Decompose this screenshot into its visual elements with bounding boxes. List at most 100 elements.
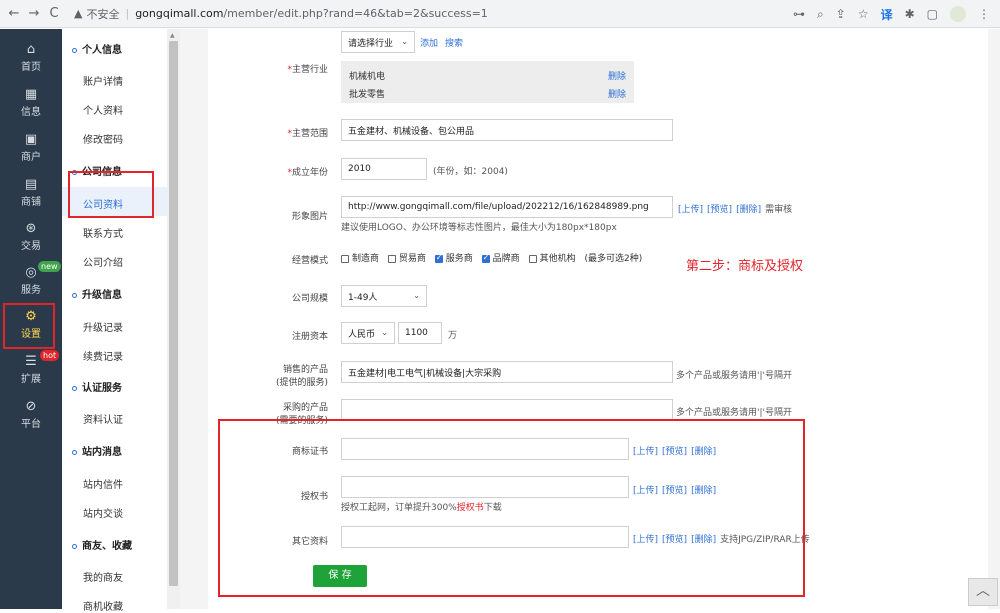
translate-icon[interactable]: 译 [881,6,893,23]
left-rail: ⌂ 首页 ▦ 信息 ▣ 商户 ▤ 商铺 ⊛ 交易 new ◎ 服务 ⚙ 设置 h… [0,29,62,609]
step-annotation: 第二步：商标及授权 [686,259,804,274]
submenu-item-account[interactable]: 账户详情 [83,73,123,88]
company-profile-highlight-box [68,171,154,218]
browser-toolbar: ← → C ▲ 不安全 | gongqimall.com /member/edi… [0,0,1000,28]
delete-industry-link[interactable]: 删除 [608,69,626,82]
submenu-item-contact[interactable]: 联系方式 [83,225,123,240]
sell-label: 销售的产品 (提供的服务) [275,365,328,388]
mode-option[interactable]: 品牌商 [481,253,520,264]
save-button[interactable]: 保 存 [313,565,367,587]
image-actions: [上传] [预览] [删除] 需审核 [678,202,792,215]
new-badge: new [38,261,61,272]
submenu-item-mail[interactable]: 站内信件 [83,476,123,491]
rail-label: 扩展 [21,374,41,385]
trade-icon: ⊛ [25,221,37,236]
rail-shop[interactable]: ▤ 商铺 [0,177,62,209]
industry-list: 机械机电 删除 批发零售 删除 [341,61,634,103]
checkbox-checked-icon[interactable] [481,253,490,263]
menu-icon[interactable]: ⋮ [978,7,990,21]
capital-unit: 万 [448,331,458,341]
mode-option[interactable]: 服务商 [434,253,473,264]
add-industry-link[interactable]: 添加 [420,36,438,49]
submenu-item-upgrade-log[interactable]: 升级记录 [83,319,123,334]
mode-hint: (最多可选2种) [584,254,643,264]
group-friends[interactable]: 商友、收藏 [72,537,132,552]
scroll-up-icon[interactable]: ▲ [170,32,175,39]
chevron-down-icon: ⌄ [413,291,420,300]
submenu-item-friends[interactable]: 我的商友 [83,569,123,584]
submenu-scrollbar[interactable]: ▲ [167,29,180,609]
group-verify[interactable]: 认证服务 [72,379,122,394]
industry-select[interactable]: 请选择行业 ⌄ [341,31,415,53]
industry-item: 机械机电 [349,72,386,82]
rail-label: 商铺 [21,197,41,208]
scope-label: *主营范围 [287,129,328,139]
image-hint: 建议使用LOGO、办公环境等标志性图片，最佳大小为180px*180px [341,223,617,233]
delete-link[interactable]: [删除] [736,205,761,215]
reload-icon[interactable]: C [44,6,64,21]
submenu-item-favorites[interactable]: 商机收藏 [83,598,123,613]
rail-trade[interactable]: ⊛ 交易 [0,221,62,253]
search-industry-link[interactable]: 搜索 [445,36,463,49]
rail-info[interactable]: ▦ 信息 [0,88,62,119]
checkbox-icon[interactable] [341,254,349,263]
main-industry-label: *主营行业 [287,65,328,75]
image-label: 形象图片 [291,212,328,222]
submenu-item-verify[interactable]: 资料认证 [83,411,123,426]
avatar-icon[interactable] [950,6,966,22]
address-separator: | [125,7,130,20]
submenu-item-renew-log[interactable]: 续费记录 [83,348,123,363]
sell-products-input[interactable]: 五金建材|电工电气|机械设备|大宗采购 [341,361,673,383]
back-icon[interactable]: ← [4,6,24,21]
rail-service[interactable]: new ◎ 服务 [0,261,62,296]
image-url-input[interactable]: http://www.gongqimall.com/file/upload/20… [341,196,673,218]
checkbox-icon[interactable] [387,254,396,263]
rail-extend[interactable]: hot ☰ 扩展 [0,350,62,385]
group-personal[interactable]: 个人信息 [72,41,122,56]
company-size-select[interactable]: 1-49人 ⌄ [341,285,427,307]
currency-select[interactable]: 人民币 ⌄ [341,322,395,344]
rail-home[interactable]: ⌂ 首页 [0,43,62,74]
scope-input[interactable]: 五金建材、机械设备、包公用品 [341,119,673,141]
mode-option[interactable]: 贸易商 [387,254,426,264]
rail-label: 首页 [21,62,41,73]
key-icon[interactable]: ⊶ [793,7,805,21]
submenu-item-chat[interactable]: 站内交谈 [83,505,123,520]
scroll-thumb[interactable] [169,41,178,586]
capital-input[interactable]: 1100 [398,322,442,344]
submenu-item-password[interactable]: 修改密码 [83,131,123,146]
year-input[interactable]: 2010 [341,158,427,180]
submenu-item-profile[interactable]: 个人资料 [83,102,123,117]
mode-label: 经营模式 [291,256,328,266]
group-upgrade[interactable]: 升级信息 [72,286,122,301]
delete-industry-link[interactable]: 删除 [608,87,626,100]
share-icon[interactable]: ⇪ [836,7,846,21]
group-messages[interactable]: 站内消息 [72,443,122,458]
rail-merchant[interactable]: ▣ 商户 [0,132,62,164]
review-note: 需审核 [765,205,793,215]
star-icon[interactable]: ☆ [858,7,869,21]
browser-actions: ⊶ ⌕ ⇪ ☆ 译 ✱ ▢ ⋮ [793,0,990,28]
checkbox-icon[interactable] [528,254,537,263]
rail-platform[interactable]: ⊘ 平台 [0,400,62,431]
shop-icon: ▤ [24,177,38,192]
size-label: 公司规模 [291,294,328,304]
mode-option[interactable]: 制造商 [341,254,379,264]
upload-link[interactable]: [上传] [678,205,703,215]
back-to-top-button[interactable]: ︿ [968,578,998,606]
submenu-item-intro[interactable]: 公司介绍 [83,254,123,269]
puzzle-icon[interactable]: ✱ [905,7,915,21]
address-bar[interactable]: ▲ 不安全 | gongqimall.com /member/edit.php?… [74,2,794,25]
checkbox-checked-icon[interactable] [434,253,443,263]
business-mode-options: 制造商 贸易商 服务商 品牌商 其他机构 (最多可选2种) [341,251,642,264]
zoom-icon[interactable]: ⌕ [817,7,824,22]
warning-icon: ▲ [74,7,83,20]
mode-option[interactable]: 其他机构 [528,254,576,264]
settings-highlight-box [3,303,55,349]
buy-products-input[interactable] [341,399,673,421]
forward-icon[interactable]: → [24,6,44,21]
merchant-icon: ▣ [24,132,38,147]
year-label: *成立年份 [287,168,328,178]
window-icon[interactable]: ▢ [927,7,938,21]
preview-link[interactable]: [预览] [707,205,732,215]
